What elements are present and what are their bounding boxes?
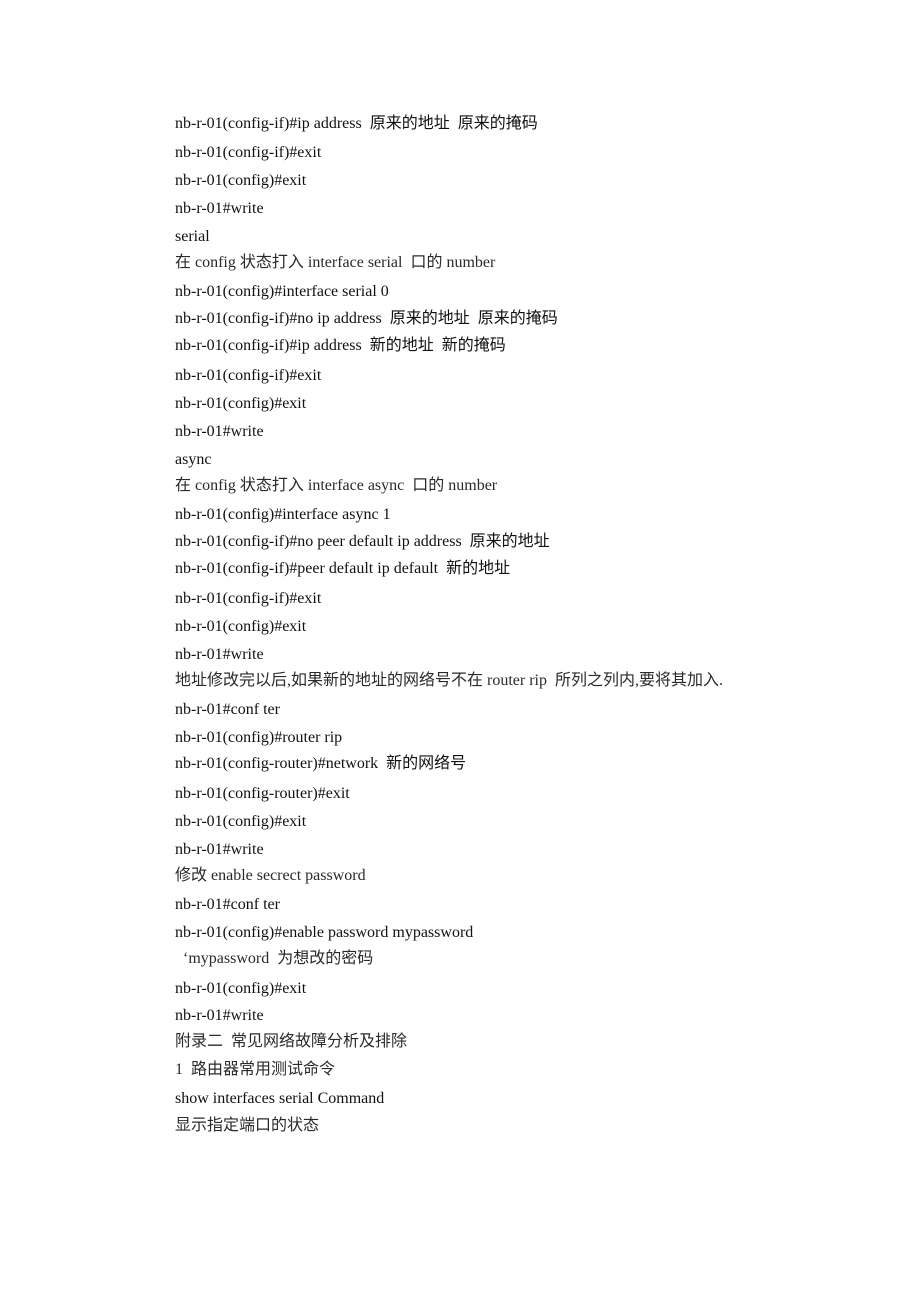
command-line: nb-r-01(config-if)#peer default ip defau…	[175, 560, 511, 577]
command-line: nb-r-01(config)#exit	[175, 813, 307, 830]
command-line: nb-r-01(config-router)#network 新的网络号	[175, 755, 467, 772]
command-line: nb-r-01(config)#exit	[175, 618, 307, 635]
command-line: nb-r-01(config-if)#exit	[175, 144, 322, 161]
section-label-serial: serial	[175, 228, 210, 245]
command-line: nb-r-01(config-router)#exit	[175, 785, 350, 802]
subsection-title: 1 路由器常用测试命令	[175, 1061, 336, 1078]
instruction-text: 修改 enable secrect password	[175, 867, 366, 884]
section-label-async: async	[175, 451, 212, 468]
command-line: nb-r-01(config)#exit	[175, 395, 307, 412]
document-page: nb-r-01(config-if)#ip address 原来的地址 原来的掩…	[0, 0, 920, 1302]
command-line: nb-r-01(config-if)#ip address 原来的地址 原来的掩…	[175, 115, 538, 132]
command-line: nb-r-01#conf ter	[175, 701, 280, 718]
instruction-text: 显示指定端口的状态	[175, 1117, 320, 1134]
command-line: nb-r-01#write	[175, 200, 264, 217]
command-line: nb-r-01#write	[175, 423, 264, 440]
command-line: nb-r-01(config)#interface async 1	[175, 506, 391, 523]
command-line: nb-r-01#write	[175, 1007, 264, 1024]
command-line: nb-r-01(config-if)#exit	[175, 590, 322, 607]
command-line: nb-r-01(config-if)#no peer default ip ad…	[175, 533, 550, 550]
instruction-text: 地址修改完以后,如果新的地址的网络号不在 router rip 所列之列内,要将…	[175, 672, 723, 689]
command-line: show interfaces serial Command	[175, 1090, 385, 1107]
command-line: nb-r-01(config-if)#no ip address 原来的地址 原…	[175, 310, 558, 327]
command-line: nb-r-01#write	[175, 646, 264, 663]
command-line: nb-r-01(config)#interface serial 0	[175, 283, 389, 300]
comment-text: ‘mypassword 为想改的密码	[175, 950, 374, 967]
instruction-text: 在 config 状态打入 interface serial 口的 number	[175, 254, 496, 271]
command-line: nb-r-01(config)#exit	[175, 980, 307, 997]
command-line: nb-r-01(config)#enable password mypasswo…	[175, 924, 474, 941]
instruction-text: 在 config 状态打入 interface async 口的 number	[175, 477, 498, 494]
command-line: nb-r-01(config-if)#ip address 新的地址 新的掩码	[175, 337, 506, 354]
appendix-title: 附录二 常见网络故障分析及排除	[175, 1033, 408, 1050]
command-line: nb-r-01#conf ter	[175, 896, 280, 913]
command-line: nb-r-01(config)#exit	[175, 172, 307, 189]
command-line: nb-r-01#write	[175, 841, 264, 858]
command-line: nb-r-01(config)#router rip	[175, 729, 343, 746]
command-line: nb-r-01(config-if)#exit	[175, 367, 322, 384]
